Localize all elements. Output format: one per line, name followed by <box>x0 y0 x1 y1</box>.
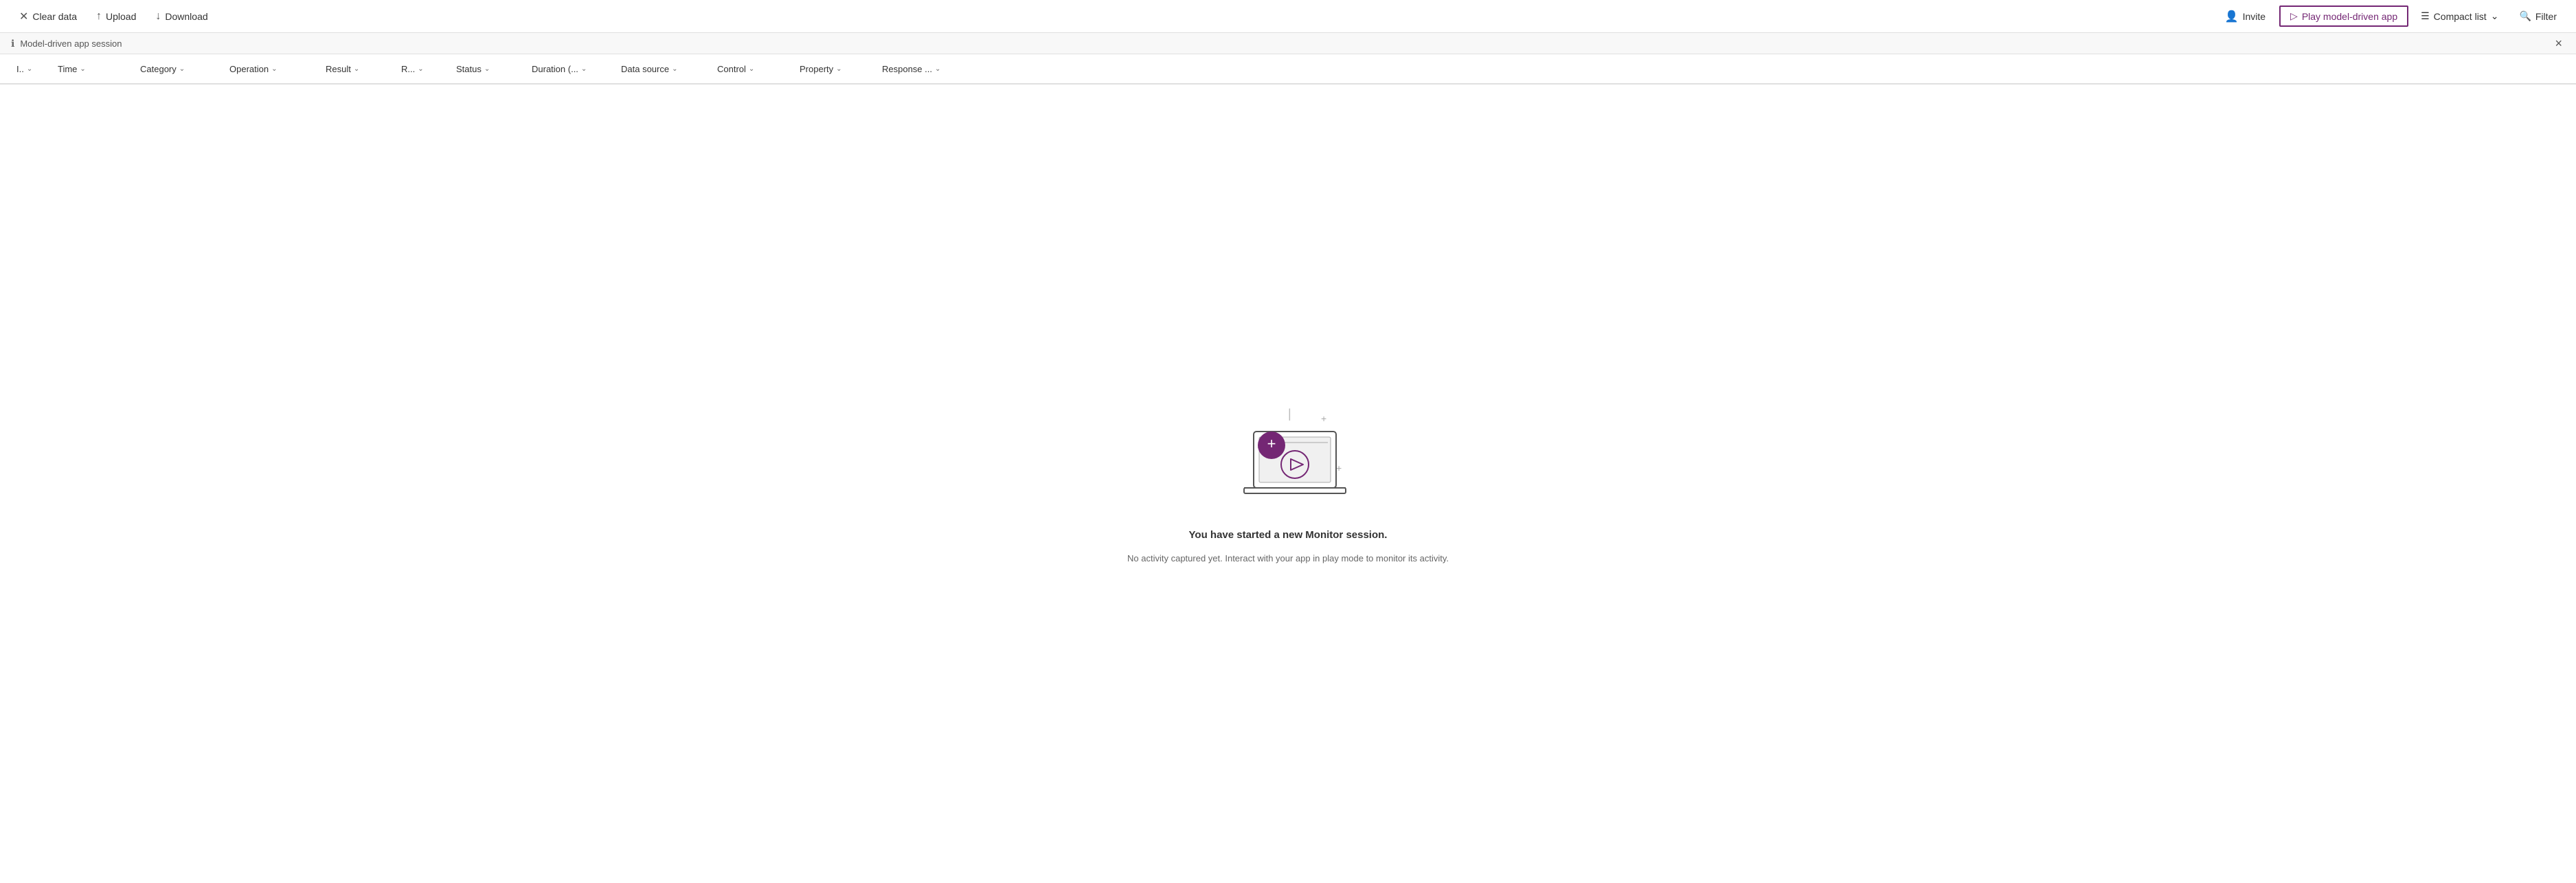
column-result-chevron-icon: ⌄ <box>354 65 359 73</box>
compact-list-label: Compact list <box>2434 11 2487 22</box>
column-header-status[interactable]: Status ⌄ <box>451 64 526 74</box>
invite-label: Invite <box>2243 11 2266 22</box>
column-time-chevron-icon: ⌄ <box>80 65 85 73</box>
empty-state-title: You have started a new Monitor session. <box>1189 529 1388 541</box>
column-duration-label: Duration (... <box>532 64 578 74</box>
empty-state: + + | <box>1127 403 1449 566</box>
column-response-chevron-icon: ⌄ <box>935 65 940 73</box>
svg-text:+: + <box>1267 435 1276 452</box>
column-header-datasource[interactable]: Data source ⌄ <box>615 64 712 74</box>
toolbar-right: 👤 Invite ▷ Play model-driven app ☰ Compa… <box>2217 5 2565 27</box>
download-label: Download <box>165 11 207 22</box>
svg-text:+: + <box>1336 462 1342 473</box>
invite-button[interactable]: 👤 Invite <box>2217 5 2274 27</box>
play-icon: ▷ <box>2290 10 2298 22</box>
toolbar-left: ✕ Clear data ↑ Upload ↓ Download <box>11 5 2211 27</box>
download-button[interactable]: ↓ Download <box>147 6 216 27</box>
filter-label: Filter <box>2535 11 2557 22</box>
column-result-label: Result <box>326 64 351 74</box>
column-time-label: Time <box>58 64 77 74</box>
play-model-driven-app-button[interactable]: ▷ Play model-driven app <box>2279 5 2408 27</box>
column-header-time[interactable]: Time ⌄ <box>52 64 135 74</box>
column-header-response[interactable]: Response ... ⌄ <box>877 64 973 74</box>
laptop-svg: + + | <box>1219 403 1357 513</box>
toolbar: ✕ Clear data ↑ Upload ↓ Download 👤 Invit… <box>0 0 2576 33</box>
column-header-operation[interactable]: Operation ⌄ <box>224 64 320 74</box>
column-control-label: Control <box>717 64 746 74</box>
column-operation-label: Operation <box>229 64 269 74</box>
column-header-id[interactable]: I.. ⌄ <box>11 64 52 74</box>
clear-data-button[interactable]: ✕ Clear data <box>11 5 85 27</box>
upload-icon: ↑ <box>96 10 102 23</box>
column-duration-chevron-icon: ⌄ <box>581 65 587 73</box>
column-header-result[interactable]: Result ⌄ <box>320 64 396 74</box>
column-r-label: R... <box>401 64 415 74</box>
compact-list-button[interactable]: ☰ Compact list ⌄ <box>2414 6 2505 26</box>
close-info-button[interactable]: × <box>2552 37 2565 49</box>
column-property-label: Property <box>800 64 833 74</box>
column-id-label: I.. <box>16 64 24 74</box>
main-content: + + | <box>0 85 2576 883</box>
column-status-chevron-icon: ⌄ <box>484 65 490 73</box>
compact-list-chevron-icon: ⌄ <box>2491 10 2499 22</box>
filter-icon: 🔍 <box>2519 10 2531 22</box>
info-bar: ℹ Model-driven app session × <box>0 33 2576 54</box>
app-container: ✕ Clear data ↑ Upload ↓ Download 👤 Invit… <box>0 0 2576 883</box>
clear-data-icon: ✕ <box>19 10 28 23</box>
column-header-property[interactable]: Property ⌄ <box>794 64 877 74</box>
column-control-chevron-icon: ⌄ <box>749 65 754 73</box>
column-category-chevron-icon: ⌄ <box>179 65 185 73</box>
column-operation-chevron-icon: ⌄ <box>271 65 277 73</box>
compact-list-icon: ☰ <box>2421 10 2430 22</box>
column-status-label: Status <box>456 64 482 74</box>
column-property-chevron-icon: ⌄ <box>836 65 841 73</box>
download-icon: ↓ <box>155 10 161 23</box>
empty-state-subtitle: No activity captured yet. Interact with … <box>1127 552 1449 566</box>
columns-header: I.. ⌄ Time ⌄ Category ⌄ Operation ⌄ Resu… <box>0 54 2576 85</box>
column-header-category[interactable]: Category ⌄ <box>135 64 224 74</box>
column-header-duration[interactable]: Duration (... ⌄ <box>526 64 615 74</box>
column-r-chevron-icon: ⌄ <box>418 65 423 73</box>
column-id-chevron-icon: ⌄ <box>27 65 32 73</box>
filter-button[interactable]: 🔍 Filter <box>2511 6 2565 26</box>
svg-text:|: | <box>1288 407 1291 421</box>
svg-text:+: + <box>1321 413 1326 424</box>
invite-icon: 👤 <box>2225 10 2239 23</box>
session-label: Model-driven app session <box>20 38 122 49</box>
upload-label: Upload <box>106 11 136 22</box>
column-datasource-chevron-icon: ⌄ <box>672 65 677 73</box>
column-category-label: Category <box>140 64 177 74</box>
laptop-illustration: + + | <box>1219 403 1357 513</box>
info-icon: ℹ <box>11 38 14 49</box>
clear-data-label: Clear data <box>32 11 77 22</box>
column-datasource-label: Data source <box>621 64 669 74</box>
play-model-driven-app-label: Play model-driven app <box>2302 11 2397 22</box>
column-response-label: Response ... <box>882 64 932 74</box>
column-header-control[interactable]: Control ⌄ <box>712 64 794 74</box>
column-header-r[interactable]: R... ⌄ <box>396 64 451 74</box>
upload-button[interactable]: ↑ Upload <box>88 6 144 27</box>
